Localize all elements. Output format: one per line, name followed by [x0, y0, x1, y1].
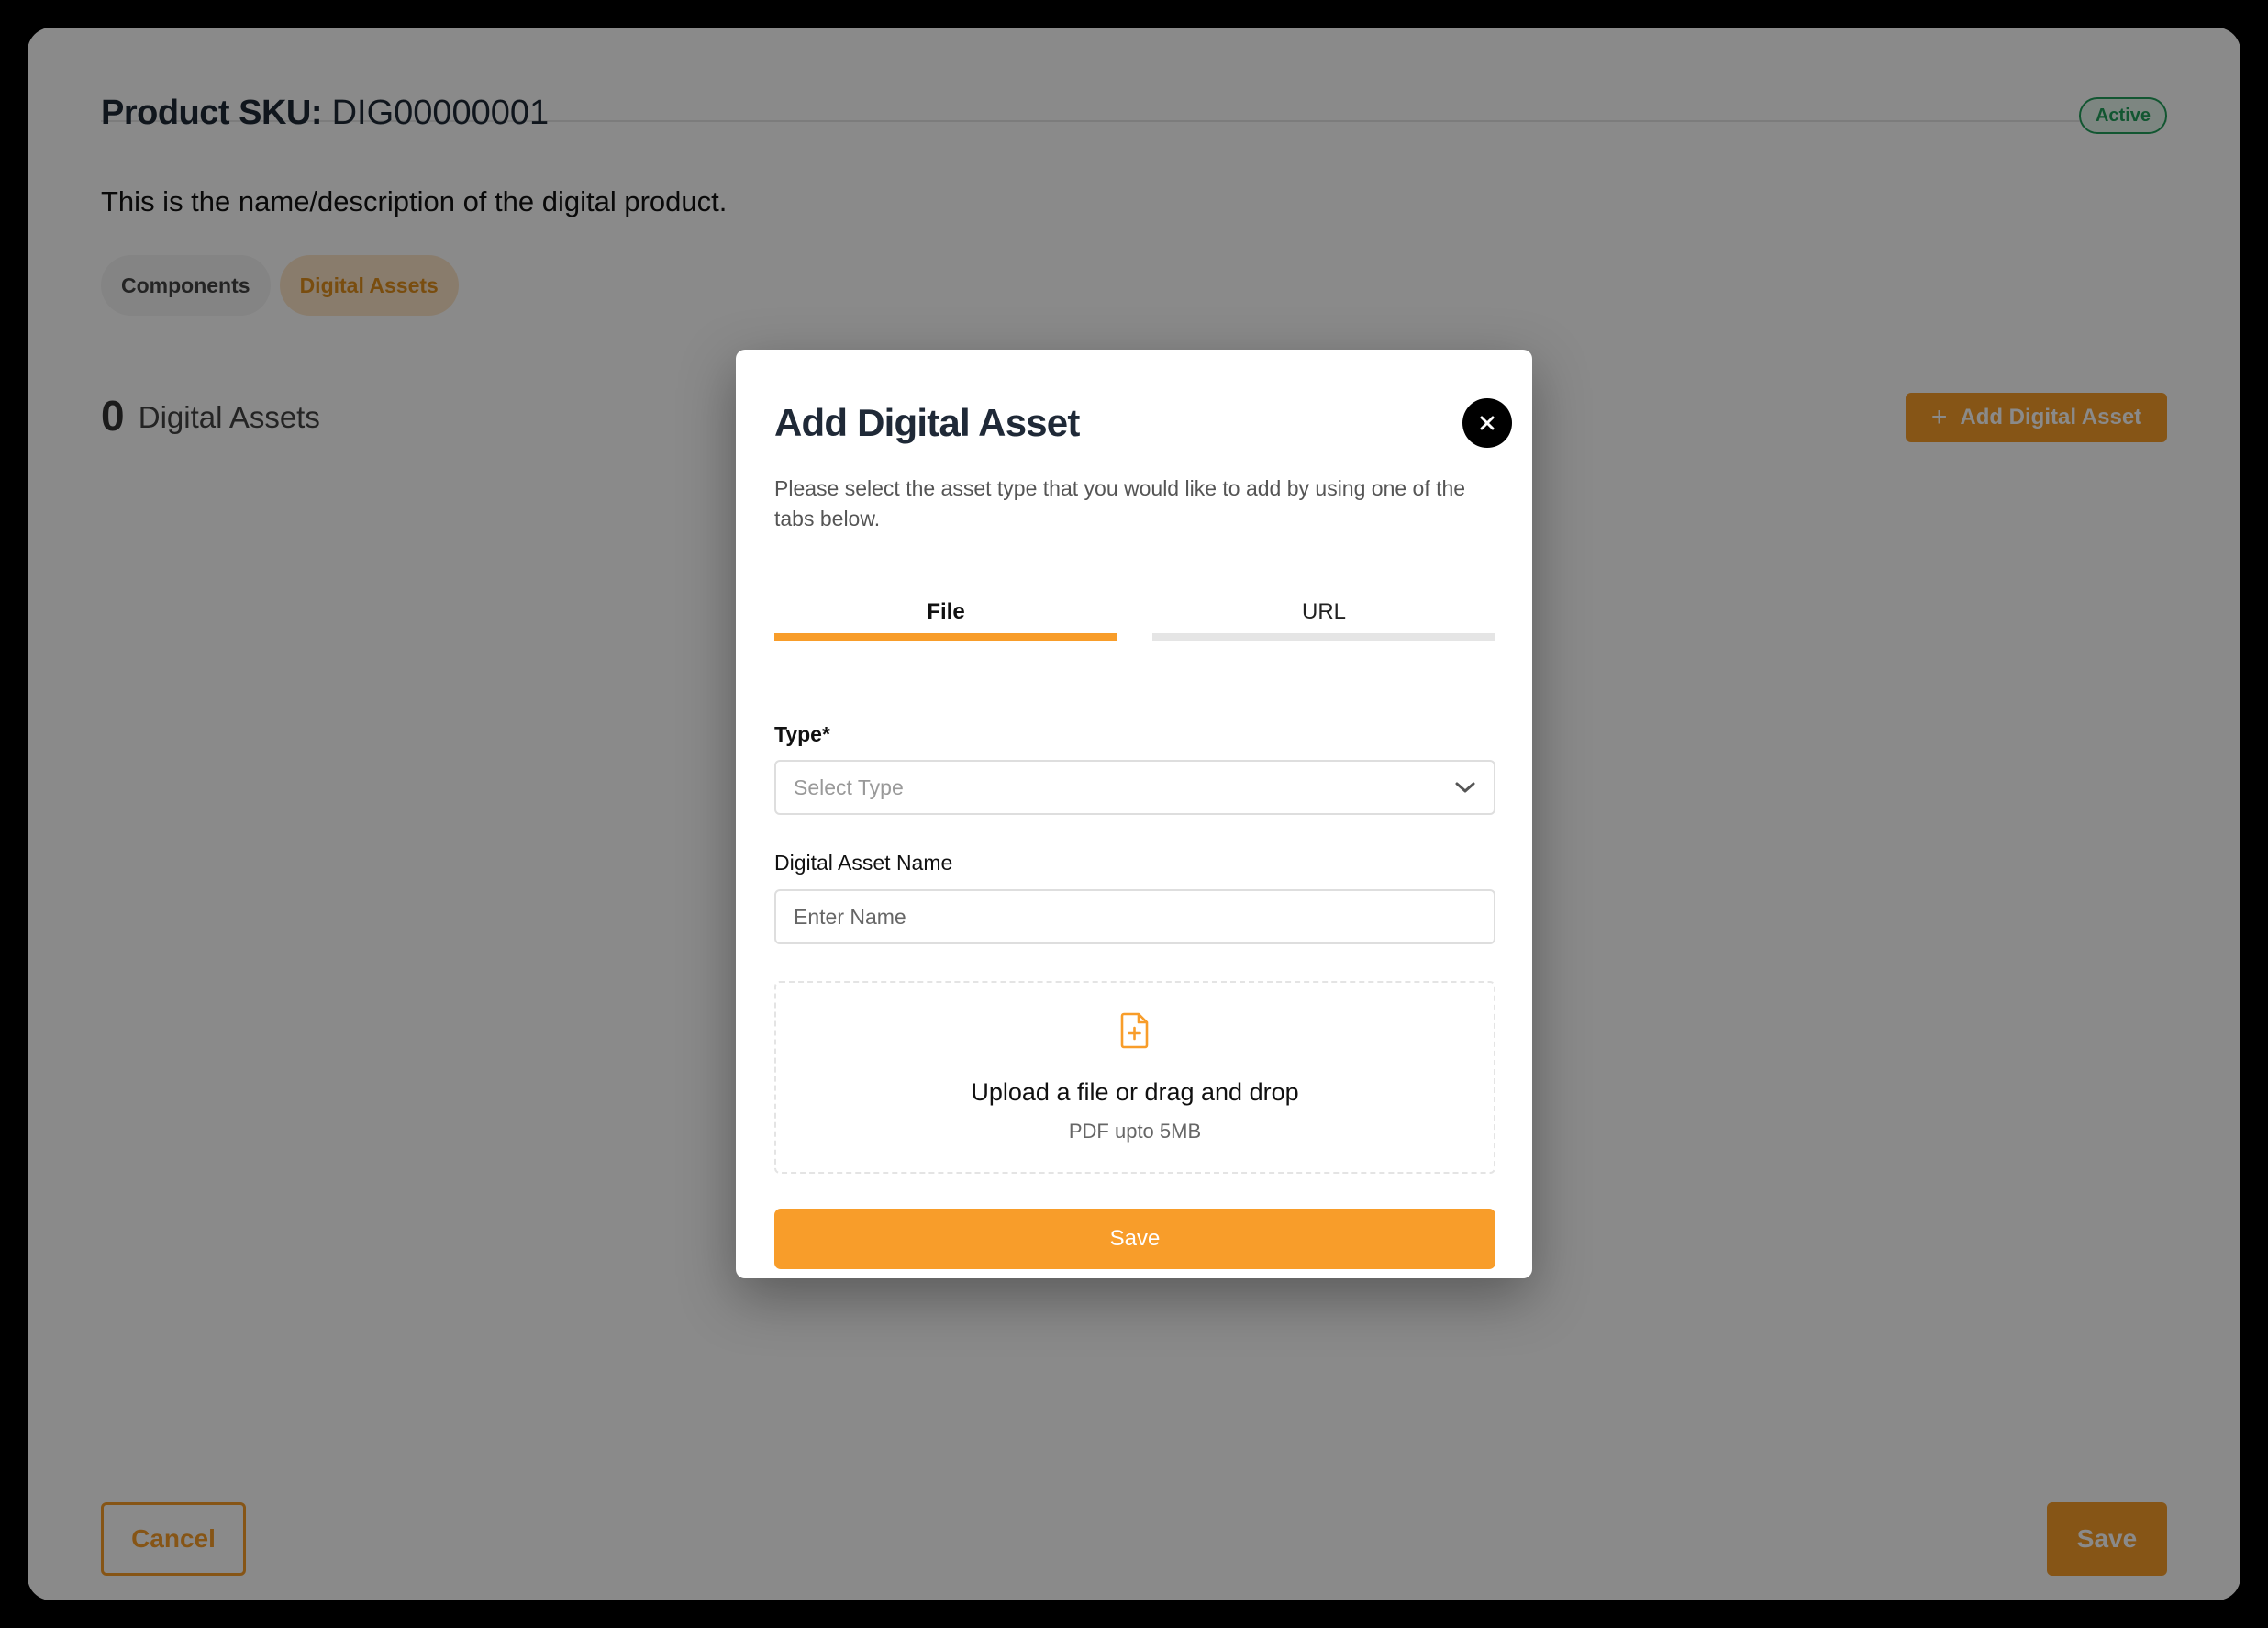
close-button[interactable] — [1462, 398, 1512, 448]
type-label: Type* — [774, 722, 830, 746]
file-dropzone[interactable]: Upload a file or drag and drop PDF upto … — [774, 981, 1495, 1174]
upload-hint: PDF upto 5MB — [1068, 1120, 1202, 1143]
type-select-placeholder: Select Type — [794, 775, 904, 799]
chevron-down-icon — [1455, 782, 1475, 793]
device-frame: Product SKU: DIG00000001 Active This is … — [0, 0, 2268, 1628]
add-digital-asset-modal: Add Digital Asset Please select the asse… — [736, 350, 1532, 1278]
asset-name-input[interactable] — [774, 889, 1495, 944]
modal-save-button[interactable]: Save — [774, 1209, 1495, 1269]
app-screen: Product SKU: DIG00000001 Active This is … — [28, 28, 2240, 1600]
modal-description: Please select the asset type that you wo… — [774, 476, 1466, 530]
tab-url[interactable]: URL — [1152, 596, 1495, 641]
modal-title: Add Digital Asset — [774, 401, 1080, 444]
modal-tabs: File URL — [774, 596, 1495, 641]
close-icon — [1480, 416, 1495, 430]
file-plus-icon — [1120, 1012, 1149, 1049]
tab-file[interactable]: File — [774, 596, 1117, 641]
upload-title: Upload a file or drag and drop — [971, 1078, 1299, 1106]
type-select[interactable]: Select Type — [774, 760, 1495, 815]
asset-name-label: Digital Asset Name — [774, 851, 953, 875]
